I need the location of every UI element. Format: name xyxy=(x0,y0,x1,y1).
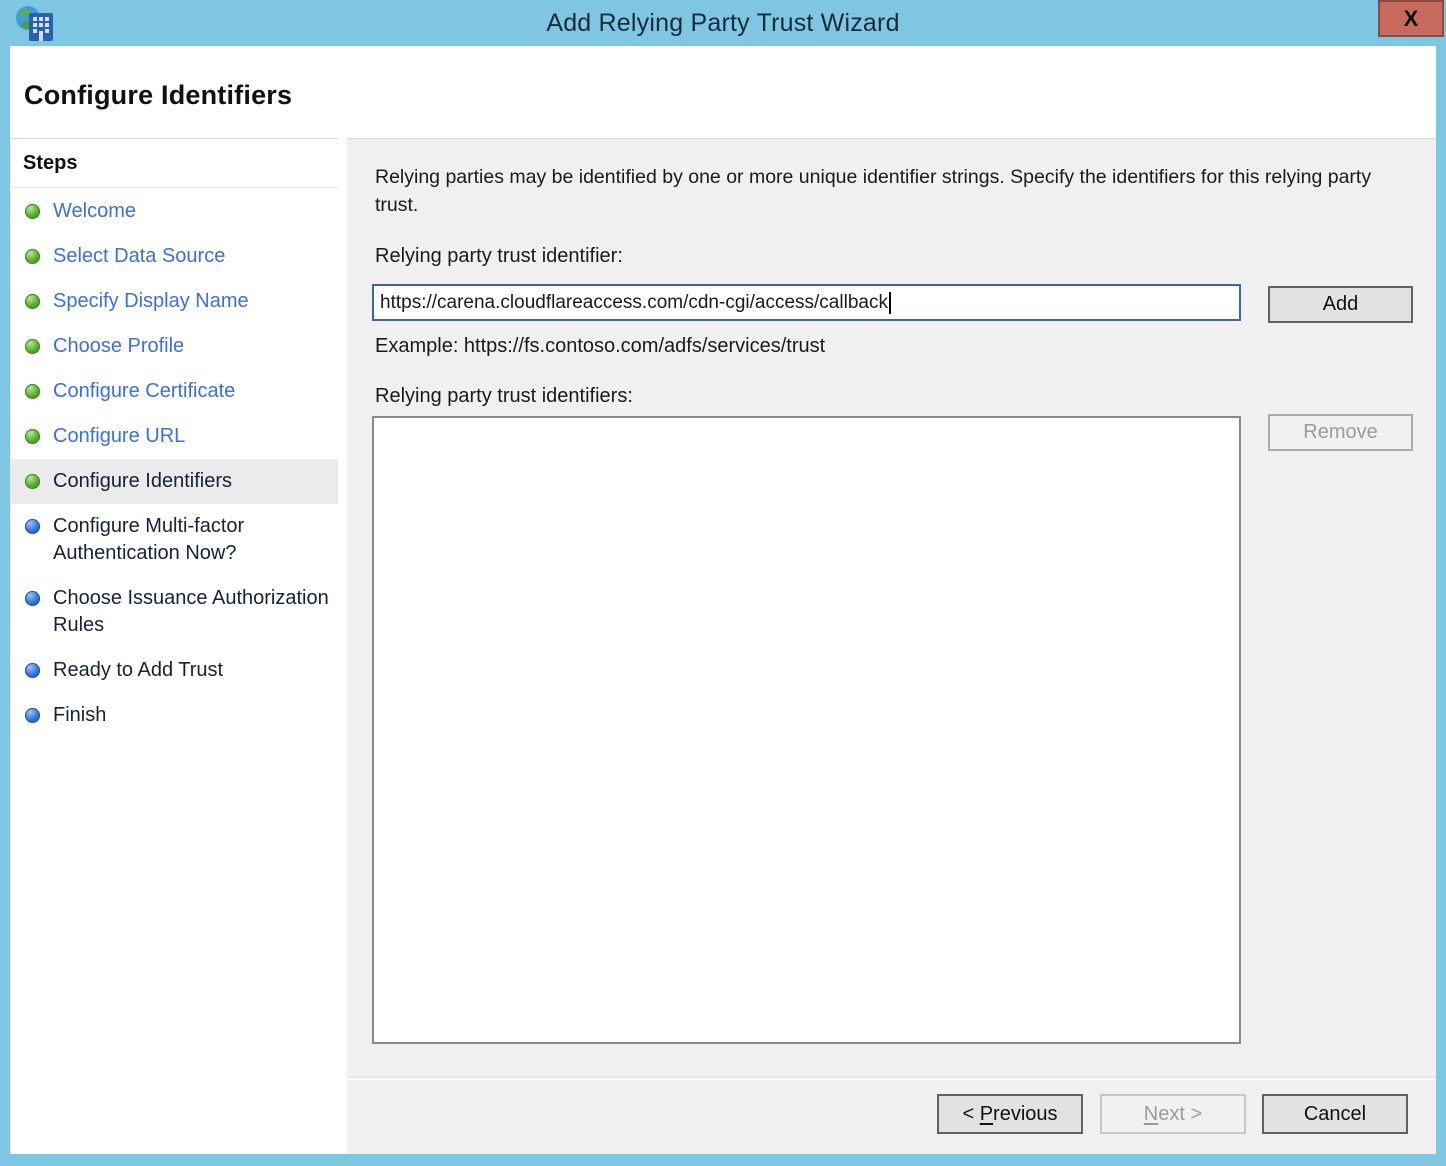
heading-band: Configure Identifiers xyxy=(10,46,1436,136)
step-label: Configure Identifiers xyxy=(53,468,232,495)
step-upcoming-bullet-icon xyxy=(25,708,40,723)
remove-button[interactable]: Remove xyxy=(1268,414,1413,451)
add-button[interactable]: Add xyxy=(1268,286,1413,323)
steps-sidebar: Steps Welcome Select Data Source Specify… xyxy=(10,138,338,1154)
next-button-rest: ext xyxy=(1158,1103,1185,1125)
steps-list: Welcome Select Data Source Specify Displ… xyxy=(11,188,338,738)
close-button[interactable]: X xyxy=(1378,0,1444,37)
identifiers-listbox[interactable] xyxy=(372,416,1241,1044)
window-border-right xyxy=(1436,46,1446,1154)
sidebar-item-ready-to-add-trust[interactable]: Ready to Add Trust xyxy=(11,648,338,693)
intro-text: Relying parties may be identified by one… xyxy=(375,163,1407,219)
wizard-window: Add Relying Party Trust Wizard X Configu… xyxy=(0,0,1446,1166)
step-label: Configure Certificate xyxy=(53,378,235,405)
step-label: Configure URL xyxy=(53,423,185,450)
previous-button-rest: revious xyxy=(993,1103,1057,1125)
sidebar-item-configure-identifiers[interactable]: Configure Identifiers xyxy=(11,459,338,504)
next-button-accesskey: N xyxy=(1144,1103,1158,1125)
step-label: Choose Profile xyxy=(53,333,184,360)
step-done-bullet-icon xyxy=(25,294,40,309)
footer-divider xyxy=(347,1077,1436,1080)
step-label: Specify Display Name xyxy=(53,288,249,315)
step-label: Select Data Source xyxy=(53,243,225,270)
step-label: Welcome xyxy=(53,198,136,225)
previous-button-prefix: < xyxy=(962,1103,979,1125)
next-button-suffix: > xyxy=(1185,1103,1202,1125)
step-done-bullet-icon xyxy=(25,249,40,264)
next-button[interactable]: Next > xyxy=(1100,1094,1246,1134)
window-border-bottom xyxy=(0,1154,1446,1166)
sidebar-item-select-data-source[interactable]: Select Data Source xyxy=(11,234,338,279)
identifiers-list-label: Relying party trust identifiers: xyxy=(375,385,633,408)
sidebar-item-configure-multifactor[interactable]: Configure Multi-factor Authentication No… xyxy=(11,504,338,576)
main-panel: Relying parties may be identified by one… xyxy=(347,138,1436,1154)
sidebar-item-configure-certificate[interactable]: Configure Certificate xyxy=(11,369,338,414)
step-done-bullet-icon xyxy=(25,339,40,354)
step-upcoming-bullet-icon xyxy=(25,519,40,534)
previous-button-accesskey: P xyxy=(980,1103,993,1125)
step-label: Finish xyxy=(53,702,106,729)
identifier-input-value: https://carena.cloudflareaccess.com/cdn-… xyxy=(380,292,888,314)
previous-button[interactable]: < Previous xyxy=(937,1094,1083,1134)
step-done-bullet-icon xyxy=(25,204,40,219)
sidebar-item-welcome[interactable]: Welcome xyxy=(11,189,338,234)
identifier-field-label: Relying party trust identifier: xyxy=(375,245,623,268)
window-border-left xyxy=(0,46,10,1154)
window-title: Add Relying Party Trust Wizard xyxy=(0,0,1446,46)
sidebar-item-specify-display-name[interactable]: Specify Display Name xyxy=(11,279,338,324)
step-label: Configure Multi-factor Authentication No… xyxy=(53,513,330,567)
title-bar: Add Relying Party Trust Wizard X xyxy=(0,0,1446,46)
steps-heading: Steps xyxy=(11,139,338,188)
step-label: Choose Issuance Authorization Rules xyxy=(53,585,330,639)
sidebar-item-finish[interactable]: Finish xyxy=(11,693,338,738)
step-current-bullet-icon xyxy=(25,474,40,489)
text-caret xyxy=(889,292,891,314)
identifier-input[interactable]: https://carena.cloudflareaccess.com/cdn-… xyxy=(372,284,1241,321)
step-label: Ready to Add Trust xyxy=(53,657,223,684)
page-title: Configure Identifiers xyxy=(24,80,292,111)
example-text: Example: https://fs.contoso.com/adfs/ser… xyxy=(375,335,825,358)
step-upcoming-bullet-icon xyxy=(25,591,40,606)
sidebar-item-choose-issuance-rules[interactable]: Choose Issuance Authorization Rules xyxy=(11,576,338,648)
step-upcoming-bullet-icon xyxy=(25,663,40,678)
step-done-bullet-icon xyxy=(25,384,40,399)
sidebar-item-configure-url[interactable]: Configure URL xyxy=(11,414,338,459)
sidebar-item-choose-profile[interactable]: Choose Profile xyxy=(11,324,338,369)
cancel-button[interactable]: Cancel xyxy=(1262,1094,1408,1134)
step-done-bullet-icon xyxy=(25,429,40,444)
